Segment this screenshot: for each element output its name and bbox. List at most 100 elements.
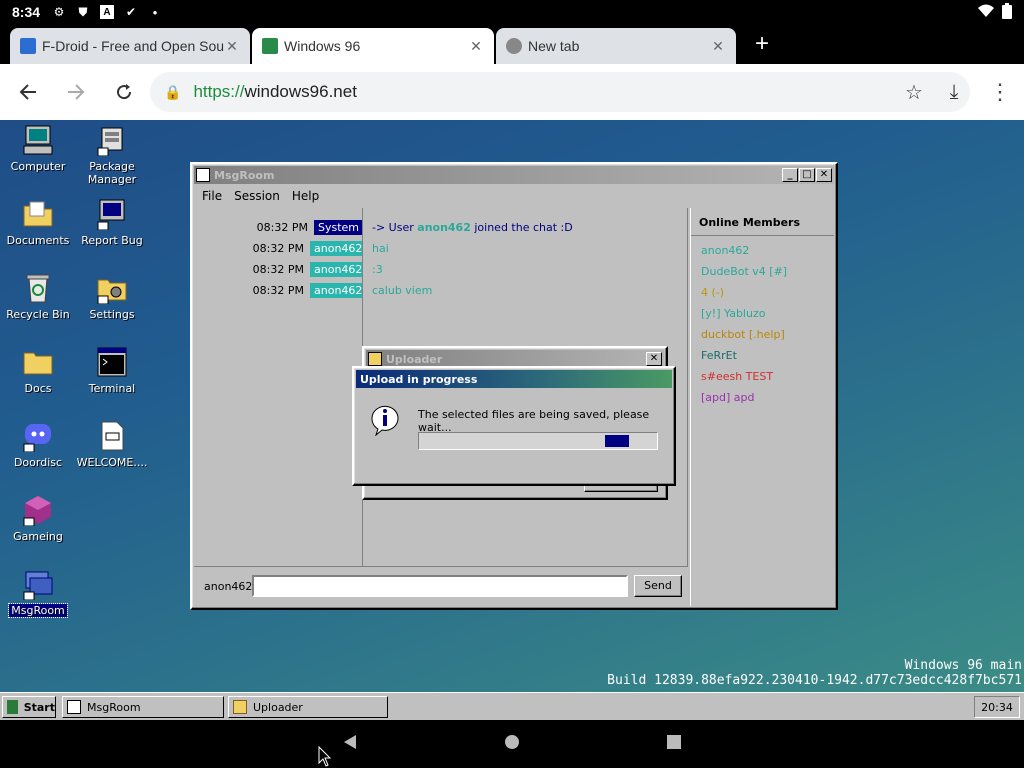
members-title: Online Members bbox=[691, 208, 834, 236]
gear-icon: ⚙ bbox=[53, 5, 65, 19]
desktop-icon-computer[interactable]: Computer bbox=[2, 124, 74, 173]
icon-label: Terminal bbox=[88, 382, 136, 395]
desktop-icon-package-manager[interactable]: Package Manager bbox=[76, 124, 148, 186]
url-host: windows96.net bbox=[244, 82, 357, 101]
member-item[interactable]: s#eesh TEST bbox=[701, 370, 773, 383]
taskbar: Start MsgRoom Uploader 20:34 bbox=[0, 692, 1024, 720]
tab-windows96[interactable]: Windows 96 ✕ bbox=[252, 28, 494, 64]
message-row: 08:32 PM anon462 bbox=[194, 260, 362, 278]
fdroid-favicon-icon bbox=[20, 38, 36, 54]
settings-icon bbox=[96, 272, 128, 305]
desktop-icon-docs[interactable]: Docs bbox=[2, 346, 74, 395]
message-text: :3 bbox=[372, 263, 383, 276]
more-menu-icon[interactable]: ⋮ bbox=[976, 68, 1024, 116]
taskbar-label: Uploader bbox=[253, 700, 303, 714]
member-item[interactable]: DudeBot v4 [#] bbox=[701, 265, 787, 278]
nav-recents-icon[interactable] bbox=[666, 734, 682, 755]
forward-arrow-icon[interactable] bbox=[52, 68, 100, 116]
close-icon[interactable]: ✕ bbox=[710, 38, 726, 55]
message-row: 08:32 PM anon462 bbox=[194, 281, 362, 299]
taskbar-item-uploader[interactable]: Uploader bbox=[228, 696, 388, 718]
send-button[interactable]: Send bbox=[634, 575, 682, 597]
desktop-icon-welcome[interactable]: WELCOME.... bbox=[76, 420, 148, 469]
build-line-2: Build 12839.88efa922.230410-1942.d77c73e… bbox=[607, 673, 1022, 688]
menu-session[interactable]: Session bbox=[228, 189, 286, 203]
close-icon[interactable]: ✕ bbox=[468, 38, 484, 55]
start-button[interactable]: Start bbox=[2, 696, 56, 718]
back-arrow-icon[interactable] bbox=[4, 68, 52, 116]
message-input[interactable] bbox=[252, 575, 628, 597]
uploader-taskbar-icon bbox=[233, 700, 247, 714]
download-icon[interactable]: ⤓ bbox=[940, 81, 968, 104]
nav-back-icon[interactable] bbox=[342, 734, 358, 755]
menu-help[interactable]: Help bbox=[286, 189, 325, 203]
icon-label: Docs bbox=[24, 382, 52, 395]
user-badge: anon462 bbox=[310, 282, 362, 298]
close-icon[interactable]: ✕ bbox=[224, 38, 240, 55]
dot-icon: ● bbox=[152, 7, 158, 17]
game-cube-icon bbox=[22, 494, 54, 527]
compose-username: anon462 bbox=[204, 580, 253, 593]
dialog-title: Upload in progress bbox=[360, 372, 478, 386]
terminal-icon bbox=[96, 346, 128, 378]
dialog-titlebar[interactable]: Upload in progress bbox=[356, 370, 672, 388]
status-time: 8:34 bbox=[12, 4, 41, 20]
message-username: anon462 bbox=[417, 221, 471, 234]
maximize-button[interactable]: □ bbox=[799, 168, 815, 182]
member-item[interactable]: [y!] Yabluzo bbox=[701, 307, 765, 320]
window-title: Uploader bbox=[386, 352, 443, 366]
desktop-icon-doordisc[interactable]: Doordisc bbox=[2, 420, 74, 469]
msgroom-window-icon bbox=[196, 168, 210, 182]
member-item[interactable]: duckbot [.help] bbox=[701, 328, 785, 341]
tab-new[interactable]: New tab ✕ bbox=[496, 28, 736, 64]
desktop-icon-gameing[interactable]: Gameing bbox=[2, 494, 74, 543]
desktop-icon-msgroom[interactable]: MsgRoom bbox=[2, 568, 74, 618]
desktop-icon-terminal[interactable]: Terminal bbox=[76, 346, 148, 395]
windows96-favicon-icon bbox=[262, 38, 278, 54]
nav-home-icon[interactable] bbox=[504, 734, 520, 755]
msgroom-titlebar[interactable]: MsgRoom _ □ ✕ bbox=[194, 166, 834, 184]
msgroom-icon bbox=[22, 568, 54, 601]
icon-label: WELCOME.... bbox=[76, 456, 148, 469]
close-button[interactable]: ✕ bbox=[646, 352, 662, 366]
message-row: 08:32 PM System bbox=[194, 218, 362, 236]
member-item[interactable]: FeRrEt bbox=[701, 349, 737, 362]
star-icon[interactable]: ☆ bbox=[900, 80, 928, 105]
start-logo-icon bbox=[7, 700, 18, 714]
message-time: 08:32 PM bbox=[256, 220, 308, 234]
reload-icon[interactable] bbox=[100, 68, 148, 116]
member-item[interactable]: 4 (-) bbox=[701, 286, 724, 299]
start-label: Start bbox=[23, 700, 55, 714]
message-prefix: -> User bbox=[372, 221, 418, 234]
new-tab-plus-icon[interactable]: + bbox=[750, 30, 774, 58]
icon-label: Recycle Bin bbox=[6, 308, 70, 321]
url-bar[interactable]: 🔒 https://windows96.net ☆ ⤓ bbox=[150, 72, 970, 112]
tab-fdroid[interactable]: F-Droid - Free and Open Sou ✕ bbox=[10, 28, 250, 64]
taskbar-item-msgroom[interactable]: MsgRoom bbox=[62, 696, 224, 718]
close-button[interactable]: ✕ bbox=[816, 168, 832, 182]
uploader-window-icon bbox=[368, 352, 382, 366]
message-text: hai bbox=[372, 242, 389, 255]
desktop-icon-recycle-bin[interactable]: Recycle Bin bbox=[2, 272, 74, 321]
desktop-icon-report-bug[interactable]: Report Bug bbox=[76, 198, 148, 247]
icon-label: Doordisc bbox=[13, 456, 63, 469]
message-time: 08:32 PM bbox=[252, 283, 304, 297]
menu-file[interactable]: File bbox=[196, 189, 228, 203]
check-icon: ✔ bbox=[126, 5, 137, 19]
message-time: 08:32 PM bbox=[252, 262, 304, 276]
desktop-icon-settings[interactable]: Settings bbox=[76, 272, 148, 321]
font-icon: A bbox=[100, 5, 115, 19]
system-tray-clock[interactable]: 20:34 bbox=[974, 696, 1020, 718]
upload-dialog: Upload in progress The selected files ar… bbox=[352, 366, 676, 486]
report-bug-icon bbox=[96, 198, 128, 231]
member-item[interactable]: anon462 bbox=[701, 244, 749, 257]
icon-label: Computer bbox=[10, 160, 66, 173]
member-item[interactable]: [apd] apd bbox=[701, 391, 755, 404]
message-time: 08:32 PM bbox=[252, 241, 304, 255]
icon-label: Documents bbox=[6, 234, 70, 247]
message-text: calub viem bbox=[372, 284, 433, 297]
url-scheme: https:// bbox=[193, 82, 245, 101]
icon-label: Gameing bbox=[13, 530, 63, 543]
minimize-button[interactable]: _ bbox=[782, 168, 798, 182]
desktop-icon-documents[interactable]: Documents bbox=[2, 198, 74, 247]
